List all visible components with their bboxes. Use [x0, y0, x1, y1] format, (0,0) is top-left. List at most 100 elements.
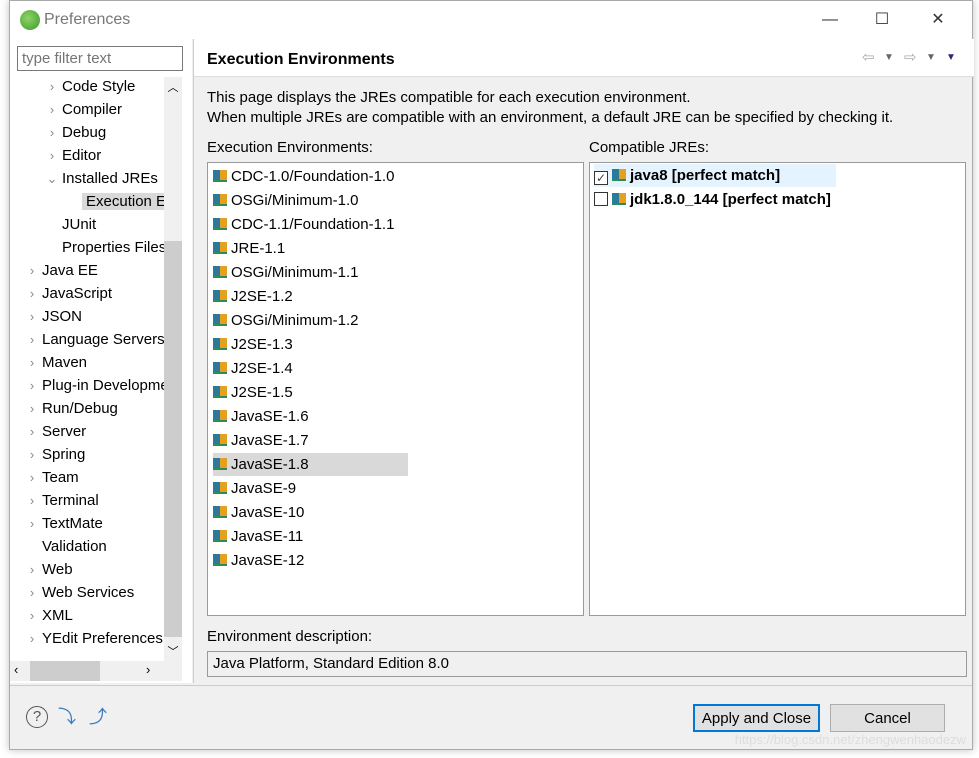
- chevron-right-icon[interactable]: ›: [22, 466, 42, 489]
- chevron-right-icon[interactable]: ›: [22, 259, 42, 282]
- tree-item[interactable]: › Java EE: [22, 259, 98, 282]
- view-menu-icon[interactable]: ▼: [946, 52, 956, 63]
- chevron-right-icon[interactable]: ›: [22, 558, 42, 581]
- vertical-scrollbar[interactable]: ︿ ﹀: [164, 77, 182, 661]
- tree-item-label: JSON: [42, 308, 83, 325]
- tree-item[interactable]: › Spring: [22, 443, 86, 466]
- environment-item[interactable]: JavaSE-12: [213, 549, 304, 572]
- chevron-right-icon[interactable]: ›: [42, 144, 62, 167]
- jre-item[interactable]: ✓ java8 [perfect match]: [594, 164, 837, 187]
- tree-item[interactable]: › YEdit Preferences: [22, 627, 163, 650]
- back-arrow-icon[interactable]: ⇦: [862, 48, 875, 66]
- tree-item[interactable]: › Language Servers: [22, 328, 164, 351]
- chevron-right-icon[interactable]: ›: [22, 351, 42, 374]
- tree-item[interactable]: › Compiler: [42, 98, 122, 121]
- chevron-right-icon[interactable]: ›: [42, 98, 62, 121]
- environments-list[interactable]: CDC-1.0/Foundation-1.0 OSGi/Minimum-1.0 CD…: [207, 162, 584, 616]
- chevron-right-icon[interactable]: ›: [22, 581, 42, 604]
- checkbox[interactable]: [594, 192, 608, 206]
- tree-item[interactable]: › JavaScript: [22, 282, 112, 305]
- environment-item[interactable]: J2SE-1.5: [213, 381, 293, 404]
- tree-item[interactable]: › Editor: [42, 144, 101, 167]
- chevron-right-icon[interactable]: ›: [22, 282, 42, 305]
- chevron-right-icon[interactable]: ›: [22, 489, 42, 512]
- environment-item[interactable]: CDC-1.0/Foundation-1.0: [213, 165, 394, 188]
- environment-item[interactable]: JRE-1.1: [213, 237, 285, 260]
- tree-item-label: Team: [42, 469, 79, 486]
- tree-item[interactable]: › TextMate: [22, 512, 103, 535]
- chevron-right-icon[interactable]: ›: [22, 374, 42, 397]
- forward-menu-icon[interactable]: ▼: [926, 52, 936, 63]
- filter-input[interactable]: [17, 46, 183, 71]
- tree-item-label: Web Services: [42, 584, 135, 601]
- tree-item-label: Compiler: [62, 101, 123, 118]
- tree-item[interactable]: › XML: [22, 604, 73, 627]
- preference-tree: › Code Style › Compiler › Debug › Editor ⌄ Instal…: [10, 77, 164, 661]
- scroll-left-icon[interactable]: ‹: [14, 662, 18, 677]
- chevron-right-icon[interactable]: ›: [22, 627, 42, 650]
- forward-arrow-icon[interactable]: ⇨: [904, 48, 917, 66]
- tree-item[interactable]: ⌄ Installed JREs: [42, 167, 158, 190]
- scroll-right-icon[interactable]: ›: [146, 662, 150, 677]
- tree-item[interactable]: › Team: [22, 466, 79, 489]
- chevron-right-icon[interactable]: ›: [22, 443, 42, 466]
- environment-item[interactable]: JavaSE-11: [213, 525, 303, 548]
- tree-item[interactable]: › Maven: [22, 351, 87, 374]
- chevron-right-icon[interactable]: ›: [42, 121, 62, 144]
- chevron-right-icon[interactable]: ›: [22, 305, 42, 328]
- environment-item[interactable]: OSGi/Minimum-1.2: [213, 309, 359, 332]
- scroll-up-icon[interactable]: ︿: [164, 79, 182, 95]
- library-icon: [213, 554, 227, 566]
- watermark: https://blog.csdn.net/zhengwenhaodezw: [734, 732, 966, 747]
- environment-item[interactable]: JavaSE-1.8: [213, 453, 408, 476]
- close-button[interactable]: ✕: [918, 7, 958, 33]
- chevron-right-icon[interactable]: ›: [42, 77, 62, 98]
- scroll-down-icon[interactable]: ﹀: [164, 643, 182, 659]
- tree-item[interactable]: Validation: [22, 535, 107, 558]
- apply-and-close-button[interactable]: Apply and Close: [693, 704, 820, 732]
- environment-item[interactable]: J2SE-1.2: [213, 285, 293, 308]
- chevron-down-icon[interactable]: ⌄: [42, 167, 62, 190]
- environment-item[interactable]: JavaSE-1.6: [213, 405, 309, 428]
- compatible-jres-list[interactable]: ✓ java8 [perfect match] jdk1.8.0_144 [perf…: [589, 162, 966, 616]
- cancel-button[interactable]: Cancel: [830, 704, 945, 732]
- back-menu-icon[interactable]: ▼: [884, 52, 894, 63]
- tree-item[interactable]: › Web: [22, 558, 73, 581]
- tree-item[interactable]: Execution Environments: [62, 190, 164, 213]
- environment-item[interactable]: J2SE-1.3: [213, 333, 293, 356]
- chevron-right-icon[interactable]: ›: [22, 328, 42, 351]
- tree-item[interactable]: › Web Services: [22, 581, 134, 604]
- environment-label: JavaSE-10: [231, 504, 305, 521]
- export-icon[interactable]: ⤴: [87, 706, 109, 728]
- horizontal-scrollbar[interactable]: ‹ ›: [10, 661, 182, 681]
- chevron-right-icon[interactable]: ›: [22, 512, 42, 535]
- environment-item[interactable]: J2SE-1.4: [213, 357, 293, 380]
- minimize-button[interactable]: —: [810, 7, 850, 33]
- import-icon[interactable]: ⤵: [56, 706, 78, 728]
- tree-item[interactable]: › Terminal: [22, 489, 99, 512]
- environment-item[interactable]: JavaSE-1.7: [213, 429, 309, 452]
- help-icon[interactable]: ?: [26, 706, 48, 728]
- tree-item[interactable]: Properties Files Editor: [42, 236, 164, 259]
- environment-item[interactable]: OSGi/Minimum-1.0: [213, 189, 359, 212]
- environment-item[interactable]: JavaSE-10: [213, 501, 304, 524]
- tree-item[interactable]: › JSON: [22, 305, 82, 328]
- environment-label: JavaSE-12: [231, 552, 305, 569]
- tree-item[interactable]: › Server: [22, 420, 86, 443]
- tree-item[interactable]: › Debug: [42, 121, 106, 144]
- environment-item[interactable]: JavaSE-9: [213, 477, 296, 500]
- tree-item[interactable]: › Code Style: [42, 77, 136, 98]
- tree-item[interactable]: ›Plug-in Development: [22, 374, 164, 397]
- jre-item[interactable]: jdk1.8.0_144 [perfect match]: [594, 188, 887, 211]
- tree-item[interactable]: › Run/Debug: [22, 397, 118, 420]
- checkbox[interactable]: ✓: [594, 171, 608, 185]
- tree-item[interactable]: JUnit: [42, 213, 96, 236]
- chevron-right-icon[interactable]: ›: [22, 604, 42, 627]
- maximize-button[interactable]: ☐: [862, 7, 902, 33]
- chevron-right-icon[interactable]: ›: [22, 420, 42, 443]
- environment-item[interactable]: OSGi/Minimum-1.1: [213, 261, 359, 284]
- chevron-right-icon[interactable]: ›: [22, 397, 42, 420]
- environment-item[interactable]: CDC-1.1/Foundation-1.1: [213, 213, 394, 236]
- scroll-thumb[interactable]: [164, 241, 182, 637]
- hscroll-thumb[interactable]: [30, 661, 100, 681]
